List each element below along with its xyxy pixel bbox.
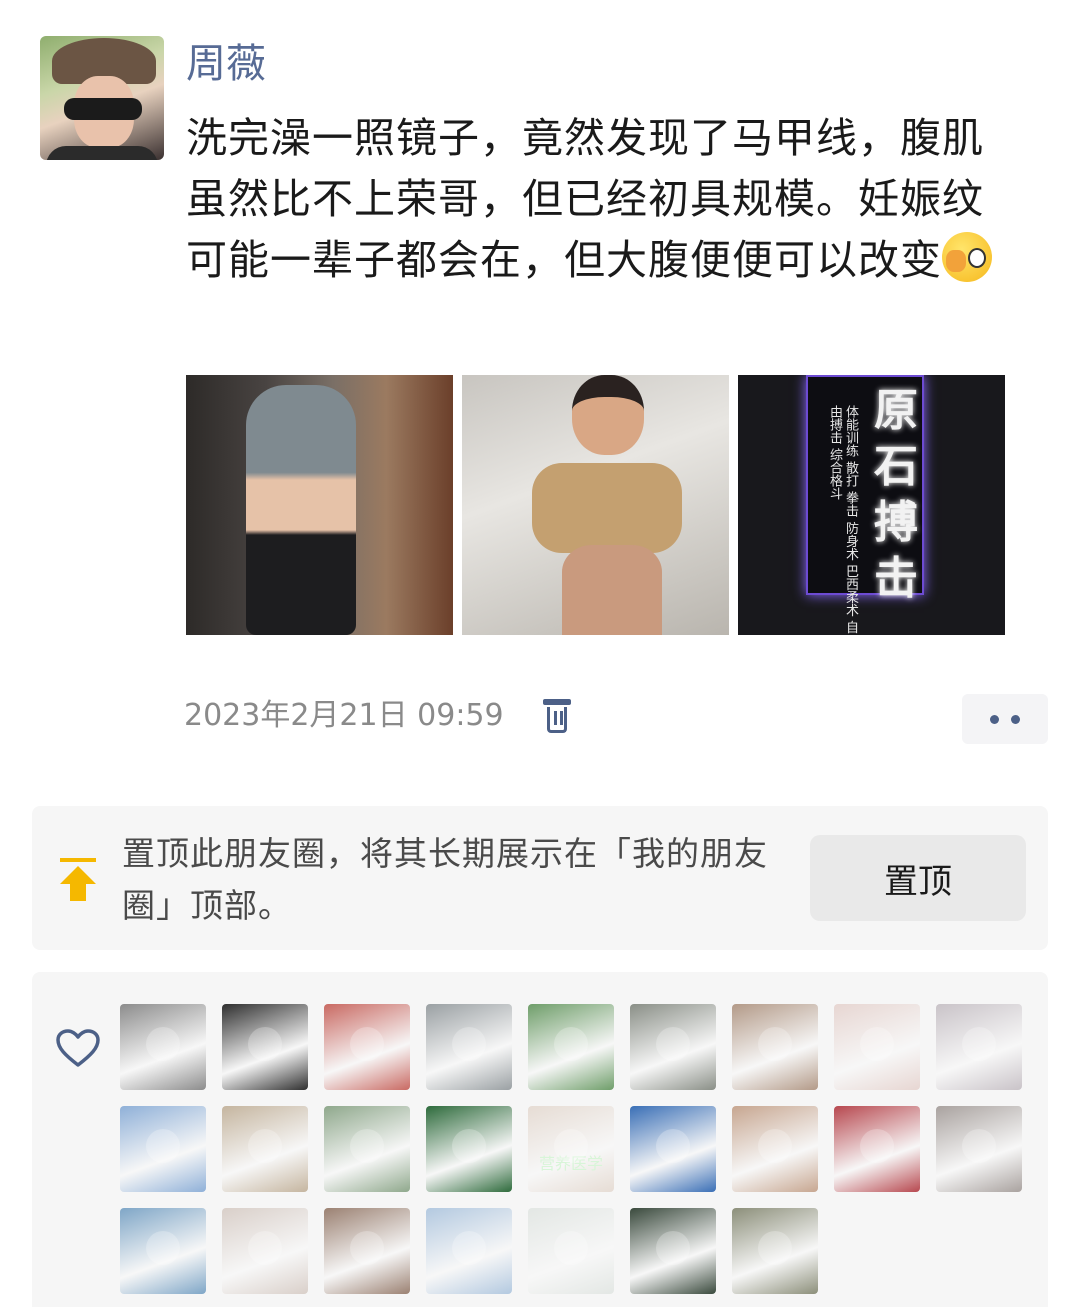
- sign-side-text: 体能训练 散打 拳击 防身术 巴西柔术 自由搏击 综合格斗: [827, 405, 858, 634]
- pin-top-icon: [58, 858, 98, 904]
- liker-avatar[interactable]: [732, 1208, 818, 1294]
- liker-avatar[interactable]: [426, 1106, 512, 1192]
- trash-icon[interactable]: [543, 699, 571, 733]
- liker-avatar[interactable]: [324, 1106, 410, 1192]
- liker-avatar[interactable]: [936, 1004, 1022, 1090]
- liker-avatar[interactable]: [732, 1004, 818, 1090]
- liker-avatar[interactable]: [120, 1004, 206, 1090]
- pin-description: 置顶此朋友圈，将其长期展示在「我的朋友圈」顶部。: [122, 834, 768, 925]
- photo-mirror-selfie[interactable]: [186, 375, 453, 635]
- liker-avatar[interactable]: [222, 1208, 308, 1294]
- liker-avatar[interactable]: [426, 1004, 512, 1090]
- liker-avatar[interactable]: 营养医学: [528, 1106, 614, 1192]
- liker-avatar[interactable]: [120, 1106, 206, 1192]
- liker-avatar[interactable]: [324, 1208, 410, 1294]
- liker-avatar[interactable]: [834, 1004, 920, 1090]
- liker-avatar[interactable]: [630, 1106, 716, 1192]
- liker-avatar[interactable]: [222, 1106, 308, 1192]
- liker-avatar[interactable]: [834, 1106, 920, 1192]
- sign-main-text: 原石搏击: [874, 385, 918, 604]
- photo-grid: 原石搏击 体能训练 散打 拳击 防身术 巴西柔术 自由搏击 综合格斗: [186, 375, 1005, 635]
- liker-avatar-text: 营养医学: [538, 1154, 603, 1173]
- liker-avatar[interactable]: [630, 1208, 716, 1294]
- post-timestamp: 2023年2月21日 09:59: [184, 698, 504, 733]
- author-name[interactable]: 周薇: [186, 36, 266, 92]
- more-dots-icon[interactable]: [962, 694, 1048, 744]
- author-avatar[interactable]: [40, 36, 164, 160]
- heart-icon: [56, 1029, 100, 1067]
- liker-avatar[interactable]: [528, 1004, 614, 1090]
- liker-avatar[interactable]: [732, 1106, 818, 1192]
- liker-avatar[interactable]: [324, 1004, 410, 1090]
- liker-avatar[interactable]: [630, 1004, 716, 1090]
- post-text: 洗完澡一照镜子，竟然发现了马甲线，腹肌虽然比不上荣哥，但已经初具规模。妊娠纹可能…: [186, 108, 1016, 291]
- wink-hand-emoji-icon: [942, 232, 992, 282]
- photo-child-belly[interactable]: [462, 375, 729, 635]
- pin-button[interactable]: 置顶: [810, 835, 1026, 921]
- photo-neon-sign[interactable]: 原石搏击 体能训练 散打 拳击 防身术 巴西柔术 自由搏击 综合格斗: [738, 375, 1005, 635]
- liker-avatar[interactable]: [936, 1106, 1022, 1192]
- liker-avatar[interactable]: [222, 1004, 308, 1090]
- likers-grid: 营养医学: [120, 1004, 1030, 1294]
- liker-avatar[interactable]: [120, 1208, 206, 1294]
- liker-avatar[interactable]: [528, 1208, 614, 1294]
- liker-avatar[interactable]: [426, 1208, 512, 1294]
